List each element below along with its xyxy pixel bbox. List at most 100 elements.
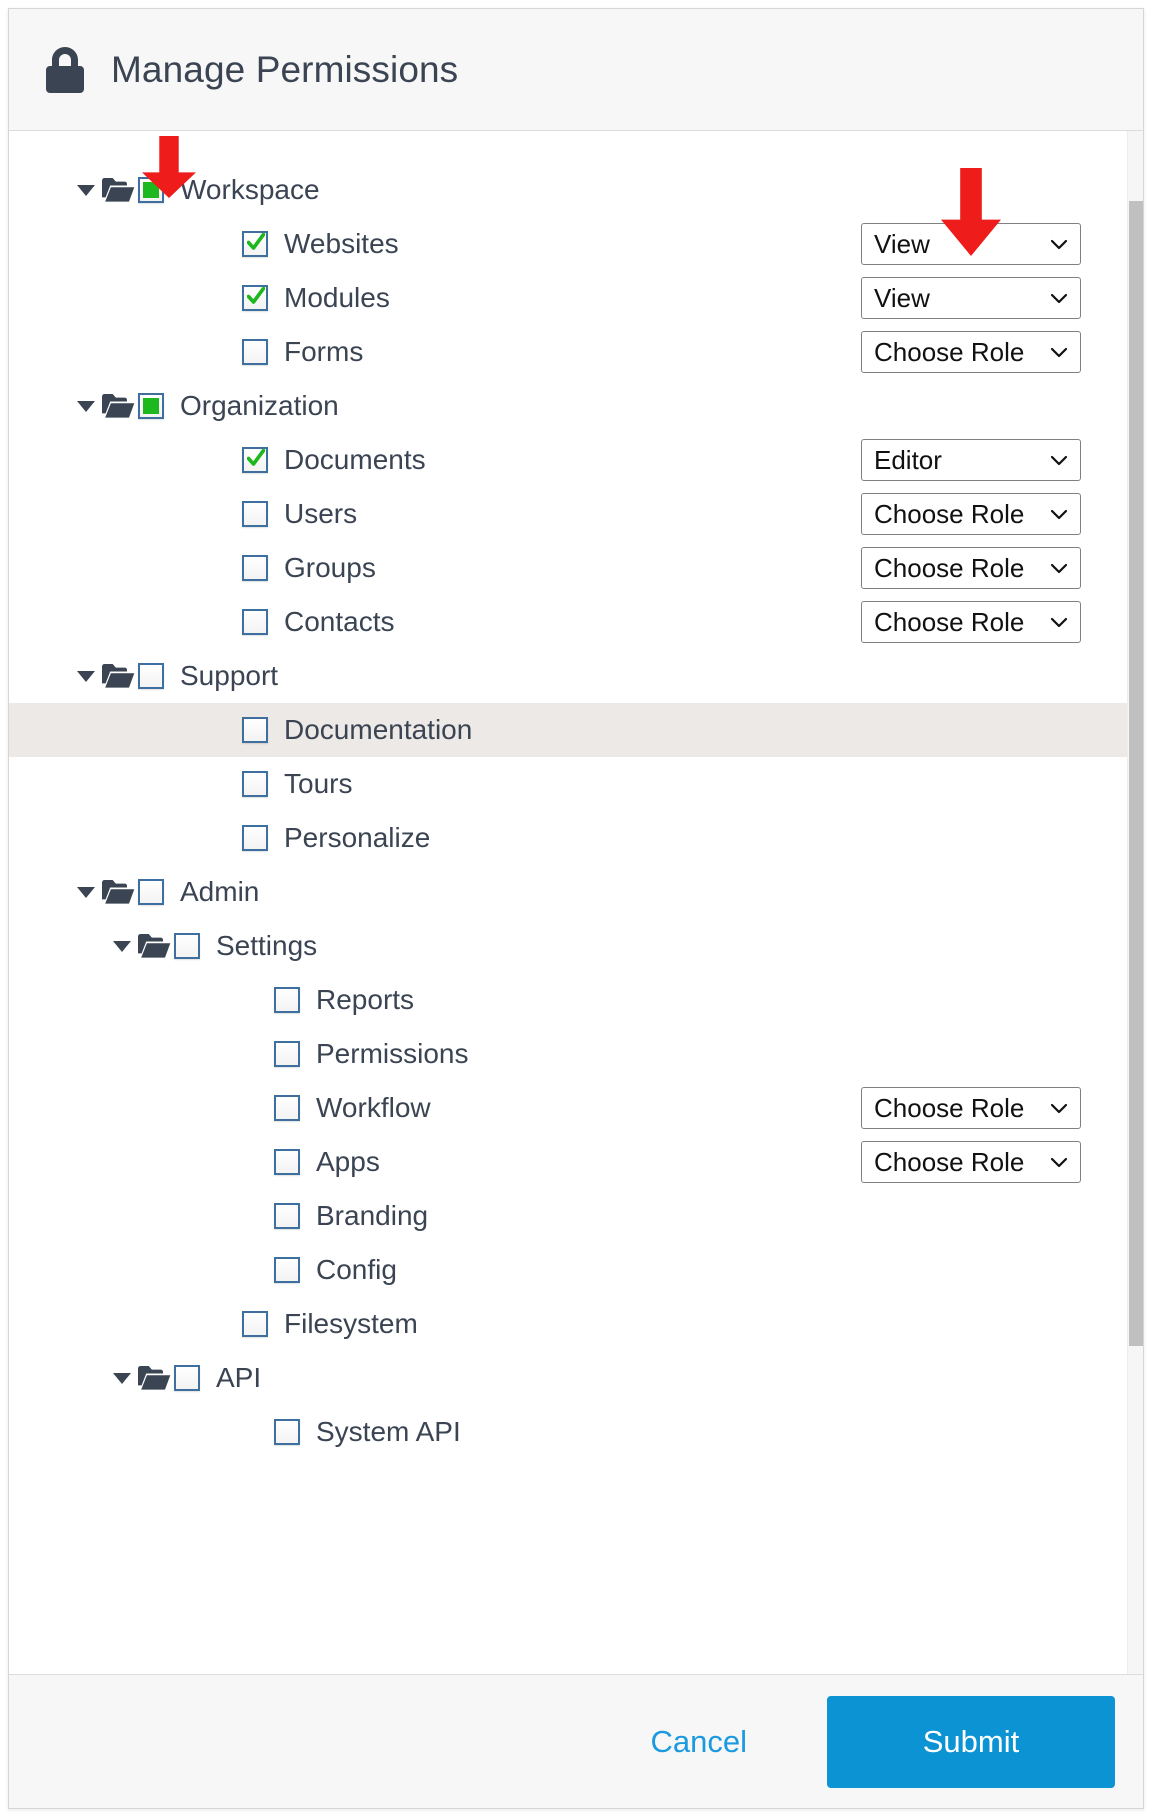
role-select-value: View	[874, 228, 930, 259]
tree-item-label: System API	[316, 1416, 461, 1447]
tree-item-label: Personalize	[284, 822, 431, 853]
tree-item-label: Apps	[316, 1146, 380, 1177]
chevron-down-icon[interactable]	[73, 393, 99, 419]
checkbox-system-api[interactable]	[274, 1419, 300, 1445]
checkbox-admin[interactable]	[138, 879, 164, 905]
role-select-apps[interactable]: Choose Role	[861, 1141, 1081, 1183]
checkbox-groups[interactable]	[242, 555, 268, 581]
tree-row[interactable]: Websites View	[9, 217, 1143, 271]
checkbox-users[interactable]	[242, 501, 268, 527]
cancel-button[interactable]: Cancel	[621, 1712, 778, 1772]
checkbox-contacts[interactable]	[242, 609, 268, 635]
tree-row[interactable]: Groups Choose Role	[9, 541, 1143, 595]
tree-row-content: Settings	[9, 930, 1143, 962]
tree-row[interactable]: Config	[9, 1243, 1143, 1297]
tree-row[interactable]: Settings	[9, 919, 1143, 973]
checkbox-permissions[interactable]	[274, 1041, 300, 1067]
role-select-value: Choose Role	[874, 606, 1025, 637]
tree-row[interactable]: Reports	[9, 973, 1143, 1027]
checkbox-apps[interactable]	[274, 1149, 300, 1175]
role-select-forms[interactable]: Choose Role	[861, 331, 1081, 373]
checkbox-workflow[interactable]	[274, 1095, 300, 1121]
tree-item-label: Branding	[316, 1200, 429, 1231]
chevron-down-icon	[1046, 1149, 1072, 1175]
tree-item-label: Workflow	[316, 1092, 431, 1123]
checkbox-config[interactable]	[274, 1257, 300, 1283]
chevron-down-icon[interactable]	[109, 933, 135, 959]
submit-button[interactable]: Submit	[827, 1695, 1115, 1788]
tree-row[interactable]: Modules View	[9, 271, 1143, 325]
chevron-down-icon	[1046, 501, 1072, 527]
role-select-contacts[interactable]: Choose Role	[861, 601, 1081, 643]
folder-open-icon	[135, 1363, 173, 1393]
tree-row[interactable]: Documentation	[9, 703, 1143, 757]
tree-row[interactable]: Workspace	[9, 163, 1143, 217]
role-select-wrapper: View	[861, 223, 1143, 265]
tree-row[interactable]: System API	[9, 1405, 1143, 1459]
role-select-websites[interactable]: View	[861, 223, 1081, 265]
checkbox-reports[interactable]	[274, 987, 300, 1013]
vertical-scrollbar-thumb[interactable]	[1129, 201, 1143, 1346]
tree-row[interactable]: Support	[9, 649, 1143, 703]
tree-item-label: Organization	[180, 390, 339, 421]
checkbox-filesystem[interactable]	[242, 1311, 268, 1337]
checkbox-documents[interactable]	[242, 447, 268, 473]
tree-row[interactable]: Filesystem	[9, 1297, 1143, 1351]
tree-item-label: Config	[316, 1254, 397, 1285]
tree-row[interactable]: Contacts Choose Role	[9, 595, 1143, 649]
tree-row[interactable]: Personalize	[9, 811, 1143, 865]
chevron-down-icon[interactable]	[73, 663, 99, 689]
tree-item-label: Websites	[284, 228, 399, 259]
folder-open-icon	[99, 877, 137, 907]
tree-row[interactable]: Admin	[9, 865, 1143, 919]
role-select-users[interactable]: Choose Role	[861, 493, 1081, 535]
tree-row[interactable]: Apps Choose Role	[9, 1135, 1143, 1189]
tree-row[interactable]: Branding	[9, 1189, 1143, 1243]
checkbox-api[interactable]	[174, 1365, 200, 1391]
tree-row[interactable]: Permissions	[9, 1027, 1143, 1081]
checkbox-documentation[interactable]	[242, 717, 268, 743]
folder-open-icon	[135, 931, 173, 961]
tree-row[interactable]: Documents Editor	[9, 433, 1143, 487]
tree-item-label: API	[216, 1362, 262, 1393]
role-select-wrapper: Choose Role	[861, 601, 1143, 643]
tree-row-content: Support	[9, 660, 1143, 692]
tree-row-content: Branding	[9, 1200, 1143, 1232]
role-select-documents[interactable]: Editor	[861, 439, 1081, 481]
permission-tree: Workspace Websites View Modules View Forms Cho…	[9, 131, 1143, 1459]
role-select-value: View	[874, 282, 930, 313]
tree-row[interactable]: Forms Choose Role	[9, 325, 1143, 379]
vertical-scrollbar-track[interactable]	[1127, 131, 1143, 1674]
checkbox-branding[interactable]	[274, 1203, 300, 1229]
checkbox-support[interactable]	[138, 663, 164, 689]
tree-row-content: Admin	[9, 876, 1143, 908]
tree-row[interactable]: Tours	[9, 757, 1143, 811]
role-select-workflow[interactable]: Choose Role	[861, 1087, 1081, 1129]
chevron-down-icon	[1046, 447, 1072, 473]
role-select-modules[interactable]: View	[861, 277, 1081, 319]
tree-row[interactable]: Users Choose Role	[9, 487, 1143, 541]
checkbox-tours[interactable]	[242, 771, 268, 797]
checkbox-workspace[interactable]	[138, 177, 164, 203]
tree-row-content: Reports	[9, 984, 1143, 1016]
chevron-down-icon[interactable]	[73, 879, 99, 905]
chevron-down-icon[interactable]	[73, 177, 99, 203]
role-select-groups[interactable]: Choose Role	[861, 547, 1081, 589]
tree-row[interactable]: API	[9, 1351, 1143, 1405]
checkbox-personalize[interactable]	[242, 825, 268, 851]
tree-row[interactable]: Workflow Choose Role	[9, 1081, 1143, 1135]
role-select-wrapper: Choose Role	[861, 547, 1143, 589]
folder-open-icon	[99, 391, 137, 421]
role-select-value: Choose Role	[874, 1092, 1025, 1123]
tree-row[interactable]: Organization	[9, 379, 1143, 433]
checkbox-modules[interactable]	[242, 285, 268, 311]
chevron-down-icon[interactable]	[109, 1365, 135, 1391]
checkbox-forms[interactable]	[242, 339, 268, 365]
checkbox-settings[interactable]	[174, 933, 200, 959]
tree-item-label: Workspace	[180, 174, 320, 205]
role-select-wrapper: View	[861, 277, 1143, 319]
checkbox-websites[interactable]	[242, 231, 268, 257]
checkbox-organization[interactable]	[138, 393, 164, 419]
tree-item-label: Filesystem	[284, 1308, 418, 1339]
tree-row-content: Config	[9, 1254, 1143, 1286]
